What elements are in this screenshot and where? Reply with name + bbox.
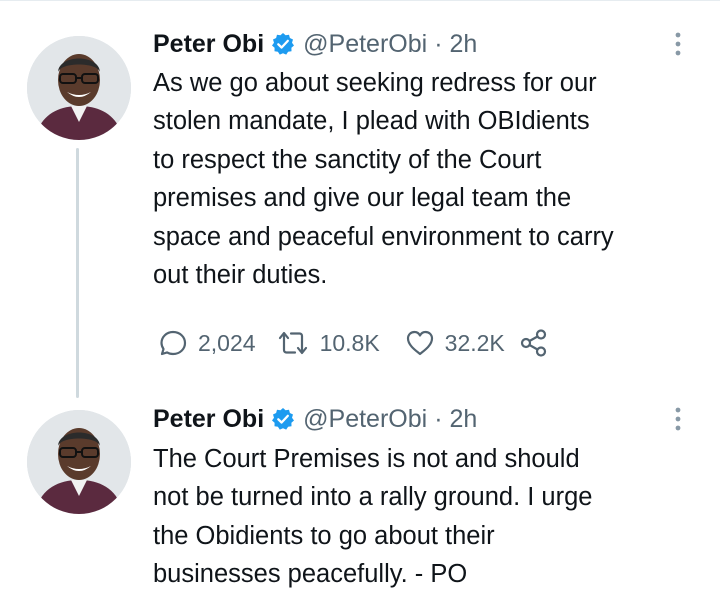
avatar-photo (27, 36, 131, 140)
retweet-button[interactable]: 10.8K (276, 329, 380, 357)
reply-count: 2,024 (198, 329, 256, 356)
thread-connector-line (76, 148, 79, 398)
author-name[interactable]: Peter Obi (153, 405, 264, 434)
like-count: 32.2K (444, 329, 505, 356)
more-vertical-icon[interactable] (668, 30, 688, 58)
share-icon (520, 329, 546, 357)
timestamp[interactable]: 2h (450, 405, 478, 434)
tweet-text: The Court Premises is not and should not… (153, 445, 593, 589)
timestamp[interactable]: 2h (450, 30, 478, 59)
avatar-photo (27, 410, 131, 514)
top-divider (0, 0, 720, 1)
retweet-count: 10.8K (319, 329, 380, 356)
tweet-text: As we go about seeking redress for our s… (153, 69, 614, 290)
reply-icon (160, 330, 187, 356)
avatar[interactable] (27, 410, 131, 514)
like-button[interactable]: 32.2K (405, 329, 505, 357)
tweet-actions: 2,024 10.8K 32.2K (158, 326, 549, 360)
retweet-icon (278, 331, 307, 355)
verified-badge-icon (271, 32, 295, 56)
author-name[interactable]: Peter Obi (153, 30, 264, 59)
tweet-header: Peter Obi @PeterObi · 2h (153, 27, 477, 61)
separator-dot: · (434, 29, 443, 58)
separator-dot: · (434, 404, 443, 433)
more-vertical-icon[interactable] (668, 405, 688, 433)
avatar[interactable] (27, 36, 131, 140)
author-handle[interactable]: @PeterObi (303, 30, 427, 59)
share-button[interactable] (519, 328, 549, 358)
tweet-header: Peter Obi @PeterObi · 2h (153, 402, 477, 436)
verified-badge-icon (271, 407, 295, 431)
heart-icon (406, 330, 433, 356)
author-handle[interactable]: @PeterObi (303, 405, 427, 434)
reply-button[interactable]: 2,024 (158, 328, 256, 358)
